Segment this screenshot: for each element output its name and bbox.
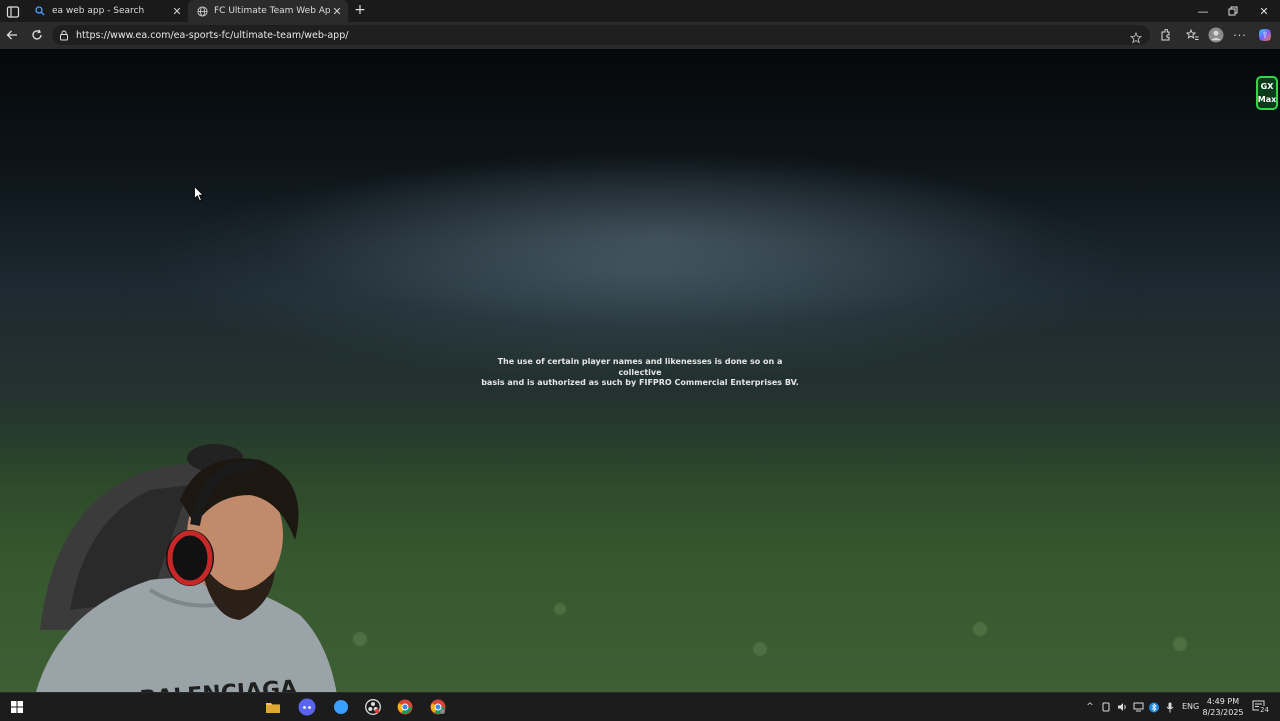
disclaimer-line: basis and is authorized as such by FIFPR… xyxy=(481,378,799,387)
clock-time: 4:49 PM xyxy=(1206,697,1240,706)
webcam-overlay: BALENCIAGA xyxy=(0,440,344,720)
new-tab-button[interactable]: + xyxy=(352,2,368,18)
more-options-icon[interactable]: ··· xyxy=(1233,28,1247,42)
close-icon[interactable]: ✕ xyxy=(1249,0,1279,22)
tab-strip: ea web app - Search ✕ FC Ultimate Team W… xyxy=(0,0,1280,22)
tab-title: FC Ultimate Team Web App - EA xyxy=(214,6,330,16)
chrome-profile-icon[interactable] xyxy=(429,698,447,716)
mouse-cursor-icon xyxy=(194,185,205,202)
copilot-icon[interactable] xyxy=(1257,27,1273,43)
app-icon[interactable] xyxy=(332,698,350,716)
address-bar[interactable]: https://www.ea.com/ea-sports-fc/ultimate… xyxy=(52,25,1150,45)
tab-search[interactable]: ea web app - Search ✕ xyxy=(26,0,188,22)
network-icon[interactable] xyxy=(1132,701,1144,713)
gx-badge-line: GX xyxy=(1260,82,1274,91)
url-text[interactable]: https://www.ea.com/ea-sports-fc/ultimate… xyxy=(76,30,348,41)
favorites-icon[interactable] xyxy=(1185,28,1199,42)
profile-avatar-icon[interactable] xyxy=(1208,27,1224,43)
gx-max-badge[interactable]: GX Max xyxy=(1256,76,1278,110)
close-icon[interactable]: ✕ xyxy=(330,4,344,18)
input-language[interactable]: ENG xyxy=(1182,702,1199,711)
favorite-star-icon[interactable] xyxy=(1129,29,1143,44)
restore-icon[interactable] xyxy=(1218,0,1248,22)
windows-taskbar: ^ ENG 4:49 PM 8/23/2025 24 xyxy=(0,692,1280,721)
chevron-up-icon[interactable]: ^ xyxy=(1084,701,1096,713)
minimize-icon[interactable]: — xyxy=(1188,0,1218,22)
volume-icon[interactable] xyxy=(1116,701,1128,713)
disclaimer-line: The use of certain player names and like… xyxy=(497,357,783,377)
close-icon[interactable]: ✕ xyxy=(170,4,184,18)
tab-actions-icon[interactable] xyxy=(6,4,20,18)
obs-icon[interactable] xyxy=(364,698,382,716)
clock-date: 8/23/2025 xyxy=(1202,708,1244,717)
bluetooth-icon[interactable] xyxy=(1148,701,1160,713)
tab-web-app[interactable]: FC Ultimate Team Web App - EA ✕ xyxy=(188,0,348,22)
fifpro-disclaimer: The use of certain player names and like… xyxy=(480,357,800,389)
back-icon[interactable] xyxy=(4,27,20,43)
tab-title: ea web app - Search xyxy=(52,6,145,16)
extensions-icon[interactable] xyxy=(1158,28,1172,42)
microphone-icon[interactable] xyxy=(1164,701,1176,713)
chrome-icon[interactable] xyxy=(396,698,414,716)
globe-icon xyxy=(196,5,208,17)
battery-saver-icon[interactable] xyxy=(1100,701,1112,713)
stadium-lights-background xyxy=(0,109,1280,349)
discord-icon[interactable] xyxy=(298,698,316,716)
notification-center-icon[interactable]: 24 xyxy=(1252,700,1270,714)
browser-toolbar: https://www.ea.com/ea-sports-fc/ultimate… xyxy=(0,22,1280,49)
search-icon xyxy=(34,5,46,17)
file-explorer-icon[interactable] xyxy=(264,698,282,716)
lock-icon[interactable] xyxy=(58,29,70,41)
windows-start-icon[interactable] xyxy=(8,698,26,716)
refresh-icon[interactable] xyxy=(29,27,45,43)
notification-count: 24 xyxy=(1259,706,1270,714)
gx-badge-line: Max xyxy=(1257,95,1277,104)
system-clock[interactable]: 4:49 PM 8/23/2025 xyxy=(1202,696,1244,718)
